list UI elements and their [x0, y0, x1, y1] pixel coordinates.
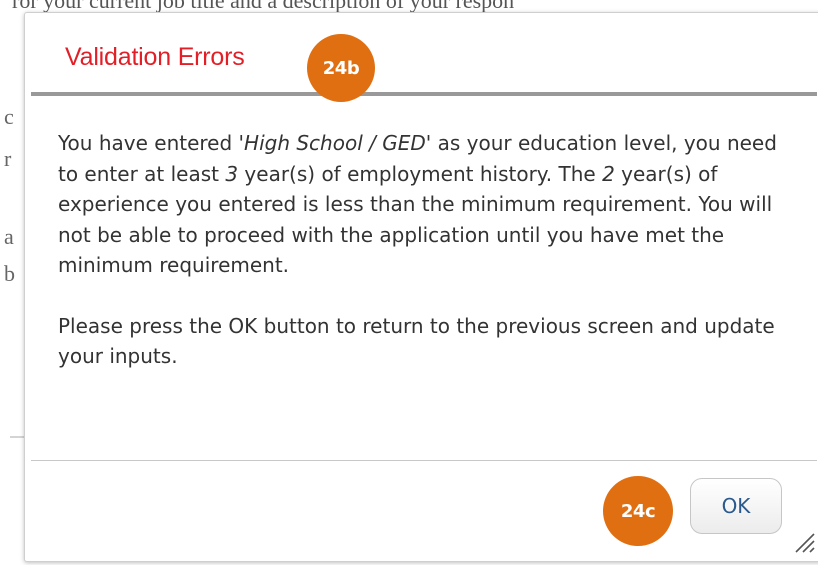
background-text-fragment: a: [4, 224, 14, 249]
ok-button[interactable]: OK: [690, 478, 782, 534]
minimum-years-value: 3: [225, 161, 239, 186]
annotation-marker-24b: 24b: [307, 34, 375, 102]
background-text-fragment: r: [4, 146, 12, 171]
background-text-fragment: c: [4, 104, 14, 129]
education-level-value: High School / GED: [244, 131, 426, 155]
entered-years-value: 2: [602, 161, 615, 186]
dialog-message: You have entered 'High School / GED' as …: [58, 128, 798, 372]
background-divider: [10, 436, 24, 438]
dialog-title: Validation Errors: [65, 43, 245, 71]
resize-grip-icon[interactable]: [790, 528, 816, 554]
title-divider: [31, 92, 817, 96]
error-message-paragraph: You have entered 'High School / GED' as …: [58, 131, 777, 277]
instruction-paragraph: Please press the OK button to return to …: [58, 313, 775, 369]
validation-errors-dialog: Validation Errors You have entered 'High…: [24, 12, 818, 562]
footer-divider: [31, 460, 817, 461]
annotation-marker-24c: 24c: [603, 476, 673, 546]
background-text-fragment: b: [4, 261, 15, 286]
